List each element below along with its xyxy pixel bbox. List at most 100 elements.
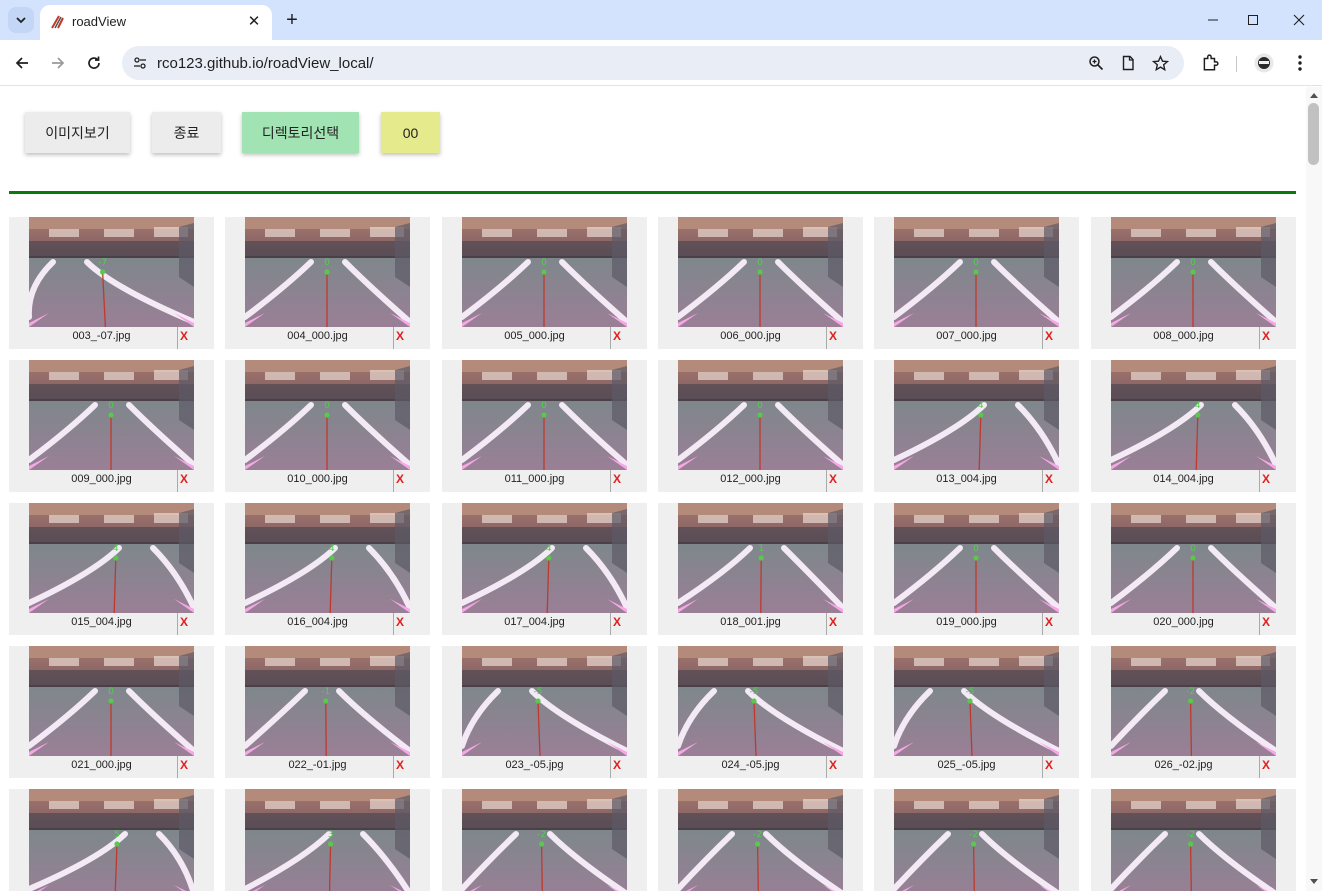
reload-button[interactable] (79, 48, 109, 78)
back-button[interactable] (7, 48, 37, 78)
image-card[interactable]: 0 019_000.jpg X (874, 503, 1079, 635)
image-card[interactable]: 0 012_000.jpg X (658, 360, 863, 492)
extensions-icon[interactable] (1200, 53, 1220, 73)
delete-image-button[interactable]: X (613, 329, 621, 343)
forward-button[interactable] (43, 48, 73, 78)
delete-image-button[interactable]: X (1045, 758, 1053, 772)
bookmark-star-icon[interactable] (1150, 53, 1170, 73)
image-thumbnail[interactable]: 1 (678, 503, 843, 613)
image-thumbnail[interactable]: 4 (1111, 360, 1276, 470)
delete-image-button[interactable]: X (1262, 472, 1270, 486)
delete-image-button[interactable]: X (829, 472, 837, 486)
counter-button[interactable]: 00 (381, 112, 440, 153)
close-tab-icon[interactable]: ✕ (244, 11, 264, 31)
image-thumbnail[interactable]: 0 (678, 217, 843, 327)
site-info-icon[interactable] (130, 53, 150, 73)
delete-image-button[interactable]: X (613, 615, 621, 629)
image-thumbnail[interactable]: -5 (894, 646, 1059, 756)
image-thumbnail[interactable]: -5 (678, 646, 843, 756)
delete-image-button[interactable]: X (1045, 329, 1053, 343)
image-card[interactable]: -2 (658, 789, 863, 891)
image-card[interactable]: 0 021_000.jpg X (9, 646, 214, 778)
image-card[interactable]: 0 011_000.jpg X (442, 360, 647, 492)
maximize-button[interactable] (1230, 0, 1276, 40)
url-text[interactable]: rco123.github.io/roadView_local/ (157, 55, 374, 72)
image-card[interactable]: 0 008_000.jpg X (1091, 217, 1296, 349)
image-thumbnail[interactable]: 0 (245, 217, 410, 327)
image-thumbnail[interactable]: -2 (1111, 789, 1276, 891)
delete-image-button[interactable]: X (180, 329, 188, 343)
image-card[interactable]: 0 010_000.jpg X (225, 360, 430, 492)
image-thumbnail[interactable]: -7 (29, 217, 194, 327)
page-document-icon[interactable] (1118, 53, 1138, 73)
image-thumbnail[interactable]: 0 (678, 360, 843, 470)
image-thumbnail[interactable]: 3 (245, 789, 410, 891)
image-card[interactable]: 4 014_004.jpg X (1091, 360, 1296, 492)
image-card[interactable]: -2 (1091, 789, 1296, 891)
image-card[interactable]: -2 026_-02.jpg X (1091, 646, 1296, 778)
delete-image-button[interactable]: X (180, 758, 188, 772)
address-bar[interactable]: rco123.github.io/roadView_local/ (122, 46, 1184, 80)
image-card[interactable]: -7 003_-07.jpg X (9, 217, 214, 349)
image-thumbnail[interactable]: 4 (462, 503, 627, 613)
page-scrollbar[interactable] (1306, 87, 1322, 891)
image-card[interactable]: 0 020_000.jpg X (1091, 503, 1296, 635)
image-thumbnail[interactable]: 0 (29, 646, 194, 756)
delete-image-button[interactable]: X (396, 329, 404, 343)
image-thumbnail[interactable]: 4 (29, 503, 194, 613)
image-thumbnail[interactable]: -5 (462, 646, 627, 756)
image-card[interactable]: 0 006_000.jpg X (658, 217, 863, 349)
image-thumbnail[interactable]: -2 (894, 789, 1059, 891)
image-thumbnail[interactable]: -1 (245, 646, 410, 756)
image-card[interactable]: 4 016_004.jpg X (225, 503, 430, 635)
image-thumbnail[interactable]: 0 (894, 503, 1059, 613)
image-thumbnail[interactable]: -2 (678, 789, 843, 891)
scroll-thumb[interactable] (1308, 103, 1319, 165)
image-thumbnail[interactable]: -2 (462, 789, 627, 891)
image-card[interactable]: -1 022_-01.jpg X (225, 646, 430, 778)
image-card[interactable]: 3 (225, 789, 430, 891)
image-card[interactable]: 0 004_000.jpg X (225, 217, 430, 349)
zoom-icon[interactable] (1086, 53, 1106, 73)
delete-image-button[interactable]: X (180, 472, 188, 486)
image-thumbnail[interactable]: 4 (894, 360, 1059, 470)
view-images-button[interactable]: 이미지보기 (25, 112, 130, 153)
image-thumbnail[interactable]: 4 (245, 503, 410, 613)
image-card[interactable]: 4 017_004.jpg X (442, 503, 647, 635)
image-thumbnail[interactable]: 0 (1111, 217, 1276, 327)
tab-search-button[interactable] (8, 7, 34, 33)
image-thumbnail[interactable]: 0 (894, 217, 1059, 327)
select-directory-button[interactable]: 디렉토리선택 (242, 112, 359, 153)
image-card[interactable]: -5 025_-05.jpg X (874, 646, 1079, 778)
delete-image-button[interactable]: X (829, 758, 837, 772)
delete-image-button[interactable]: X (1262, 615, 1270, 629)
delete-image-button[interactable]: X (180, 615, 188, 629)
image-card[interactable]: -2 (874, 789, 1079, 891)
delete-image-button[interactable]: X (396, 472, 404, 486)
delete-image-button[interactable]: X (829, 615, 837, 629)
delete-image-button[interactable]: X (613, 472, 621, 486)
image-card[interactable]: 4 013_004.jpg X (874, 360, 1079, 492)
image-thumbnail[interactable]: 0 (462, 217, 627, 327)
delete-image-button[interactable]: X (1262, 329, 1270, 343)
menu-kebab-icon[interactable] (1290, 53, 1310, 73)
image-thumbnail[interactable]: 0 (1111, 503, 1276, 613)
delete-image-button[interactable]: X (1045, 472, 1053, 486)
image-card[interactable]: -5 024_-05.jpg X (658, 646, 863, 778)
image-card[interactable]: 4 015_004.jpg X (9, 503, 214, 635)
scroll-up-icon[interactable] (1310, 93, 1318, 98)
close-window-button[interactable] (1276, 0, 1322, 40)
delete-image-button[interactable]: X (1045, 615, 1053, 629)
new-tab-button[interactable]: + (280, 8, 304, 32)
image-thumbnail[interactable]: 0 (245, 360, 410, 470)
image-card[interactable]: -2 (442, 789, 647, 891)
image-thumbnail[interactable]: 0 (29, 360, 194, 470)
delete-image-button[interactable]: X (396, 615, 404, 629)
delete-image-button[interactable]: X (613, 758, 621, 772)
delete-image-button[interactable]: X (829, 329, 837, 343)
image-card[interactable]: -5 023_-05.jpg X (442, 646, 647, 778)
image-card[interactable]: 0 005_000.jpg X (442, 217, 647, 349)
image-thumbnail[interactable]: -2 (1111, 646, 1276, 756)
exit-button[interactable]: 종료 (152, 112, 221, 153)
image-card[interactable]: 0 007_000.jpg X (874, 217, 1079, 349)
